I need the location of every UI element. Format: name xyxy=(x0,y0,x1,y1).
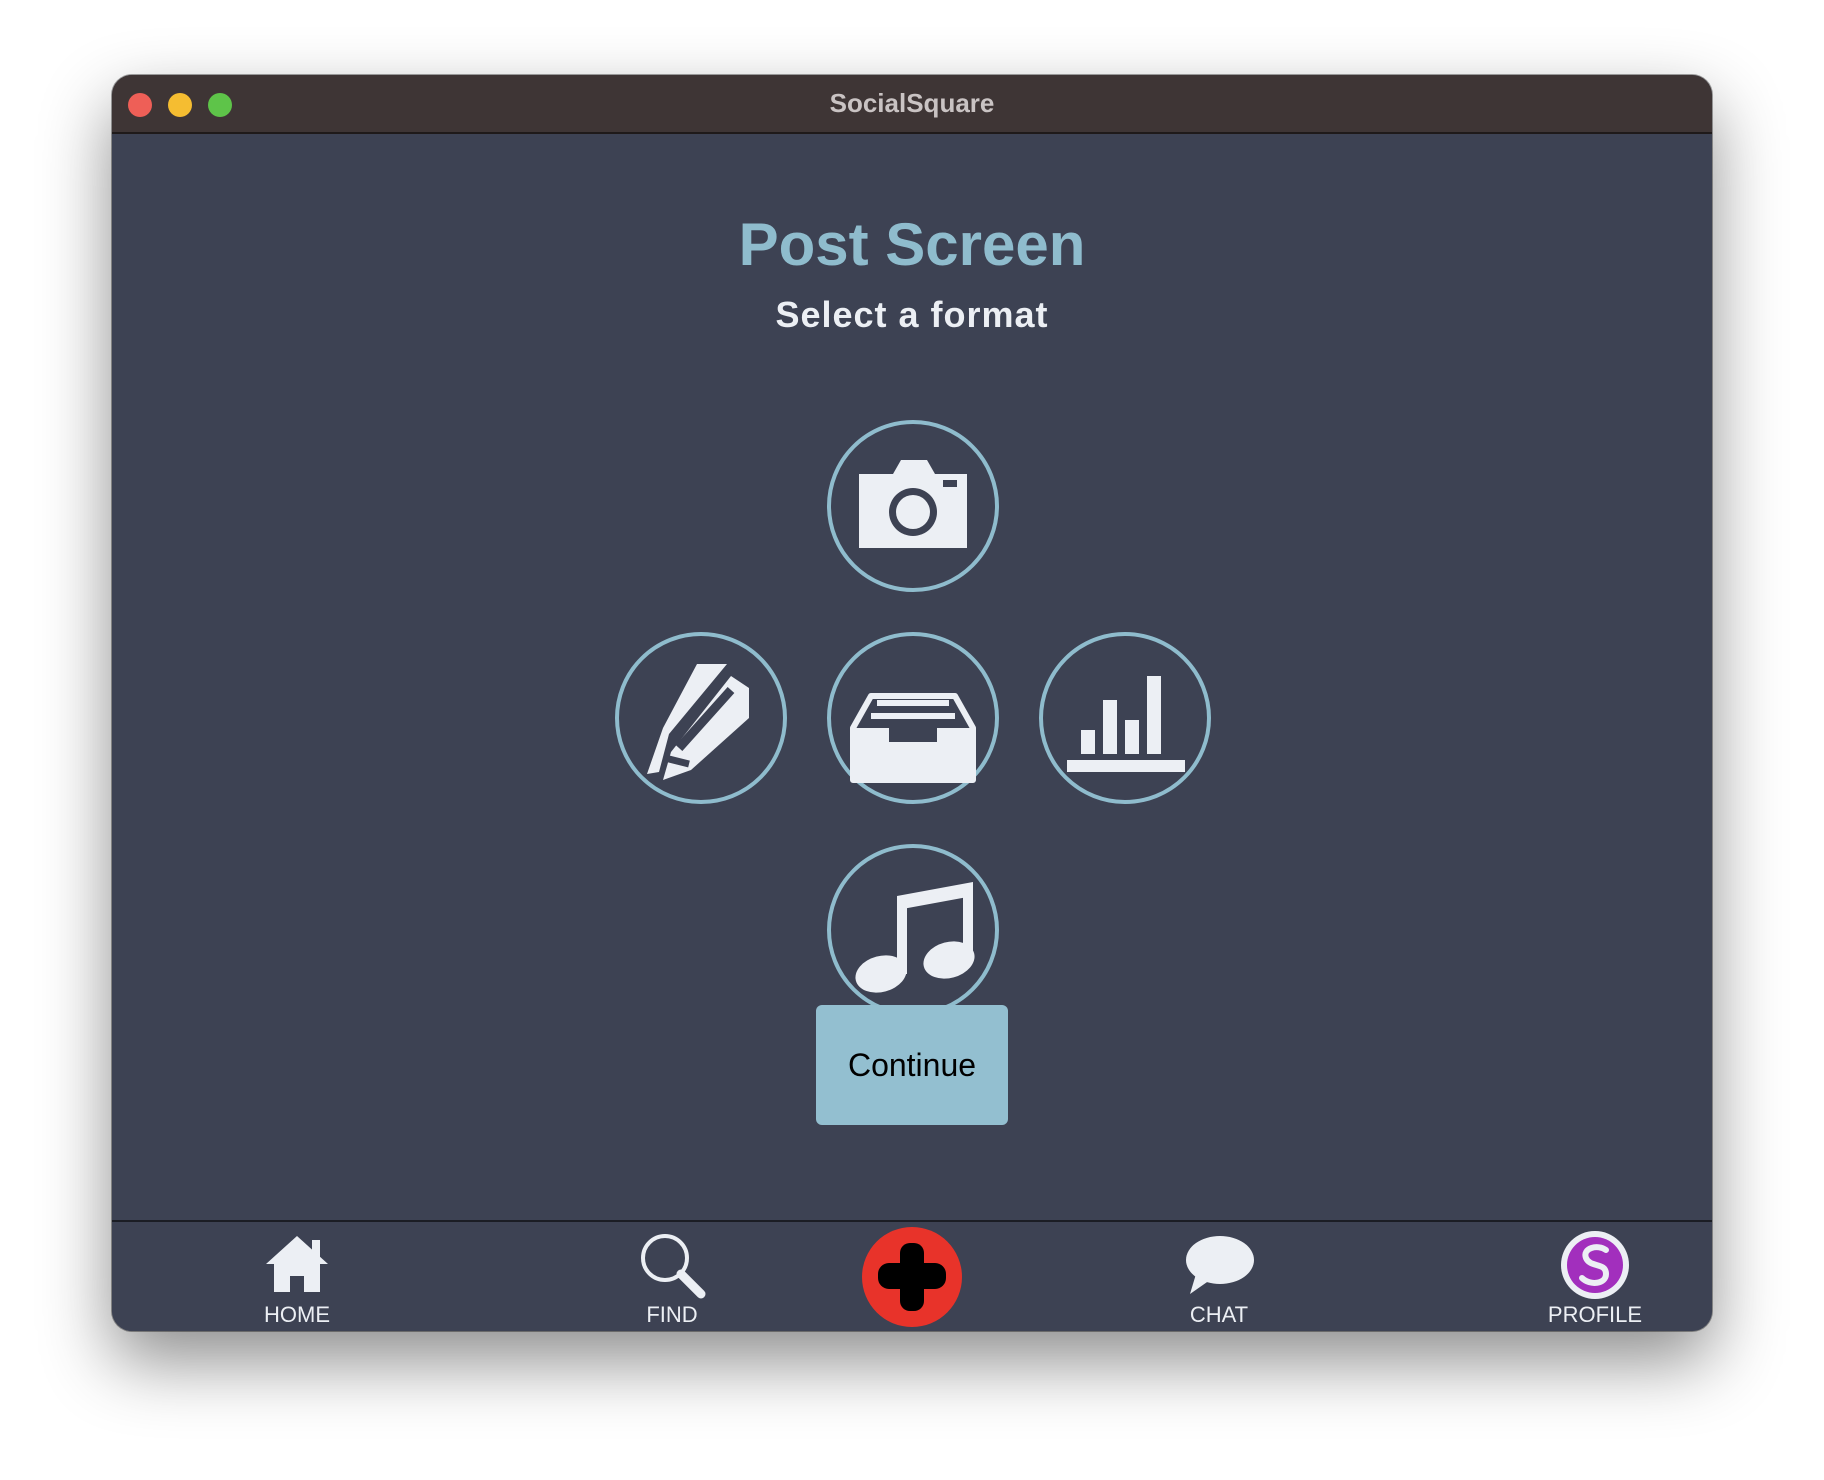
app-window: SocialSquare Post Screen Select a format xyxy=(112,75,1712,1331)
page-title: Post Screen xyxy=(738,211,1086,278)
search-icon xyxy=(641,1234,706,1299)
nav-label-home: HOME xyxy=(264,1302,330,1327)
photo-format-button[interactable] xyxy=(827,420,999,592)
home-icon xyxy=(266,1236,328,1292)
bottom-nav-bar: HOME FIND CHAT PROFILE xyxy=(112,1220,1712,1331)
plus-icon xyxy=(878,1243,946,1311)
create-post-button[interactable] xyxy=(862,1227,962,1327)
nav-label-find: FIND xyxy=(646,1302,698,1327)
poll-format-button[interactable] xyxy=(1039,632,1211,804)
nav-item-home[interactable]: HOME xyxy=(227,1222,367,1331)
continue-button[interactable]: Continue xyxy=(816,1005,1008,1125)
thread-format-button[interactable] xyxy=(827,632,999,804)
nav-label-profile: PROFILE xyxy=(1547,1302,1643,1327)
profile-avatar-icon xyxy=(1561,1231,1629,1299)
nav-item-find[interactable]: FIND xyxy=(602,1222,742,1331)
bar-chart-icon xyxy=(1067,676,1185,772)
chat-bubble-icon xyxy=(1186,1236,1254,1294)
music-note-icon xyxy=(855,882,975,993)
window-title: SocialSquare xyxy=(829,88,995,118)
nav-item-chat[interactable]: CHAT xyxy=(1149,1222,1289,1331)
audio-format-button[interactable] xyxy=(827,844,999,1016)
nav-item-profile[interactable]: PROFILE xyxy=(1525,1222,1665,1331)
text-format-button[interactable] xyxy=(615,632,787,804)
pencil-icon xyxy=(647,664,749,780)
tray-icon xyxy=(850,693,976,783)
camera-icon xyxy=(859,460,967,548)
page-subtitle: Select a format xyxy=(775,294,1049,335)
nav-label-chat: CHAT xyxy=(1189,1302,1249,1327)
title-bar: SocialSquare xyxy=(112,75,1712,134)
post-screen: Post Screen Select a format Continue xyxy=(112,134,1712,1220)
